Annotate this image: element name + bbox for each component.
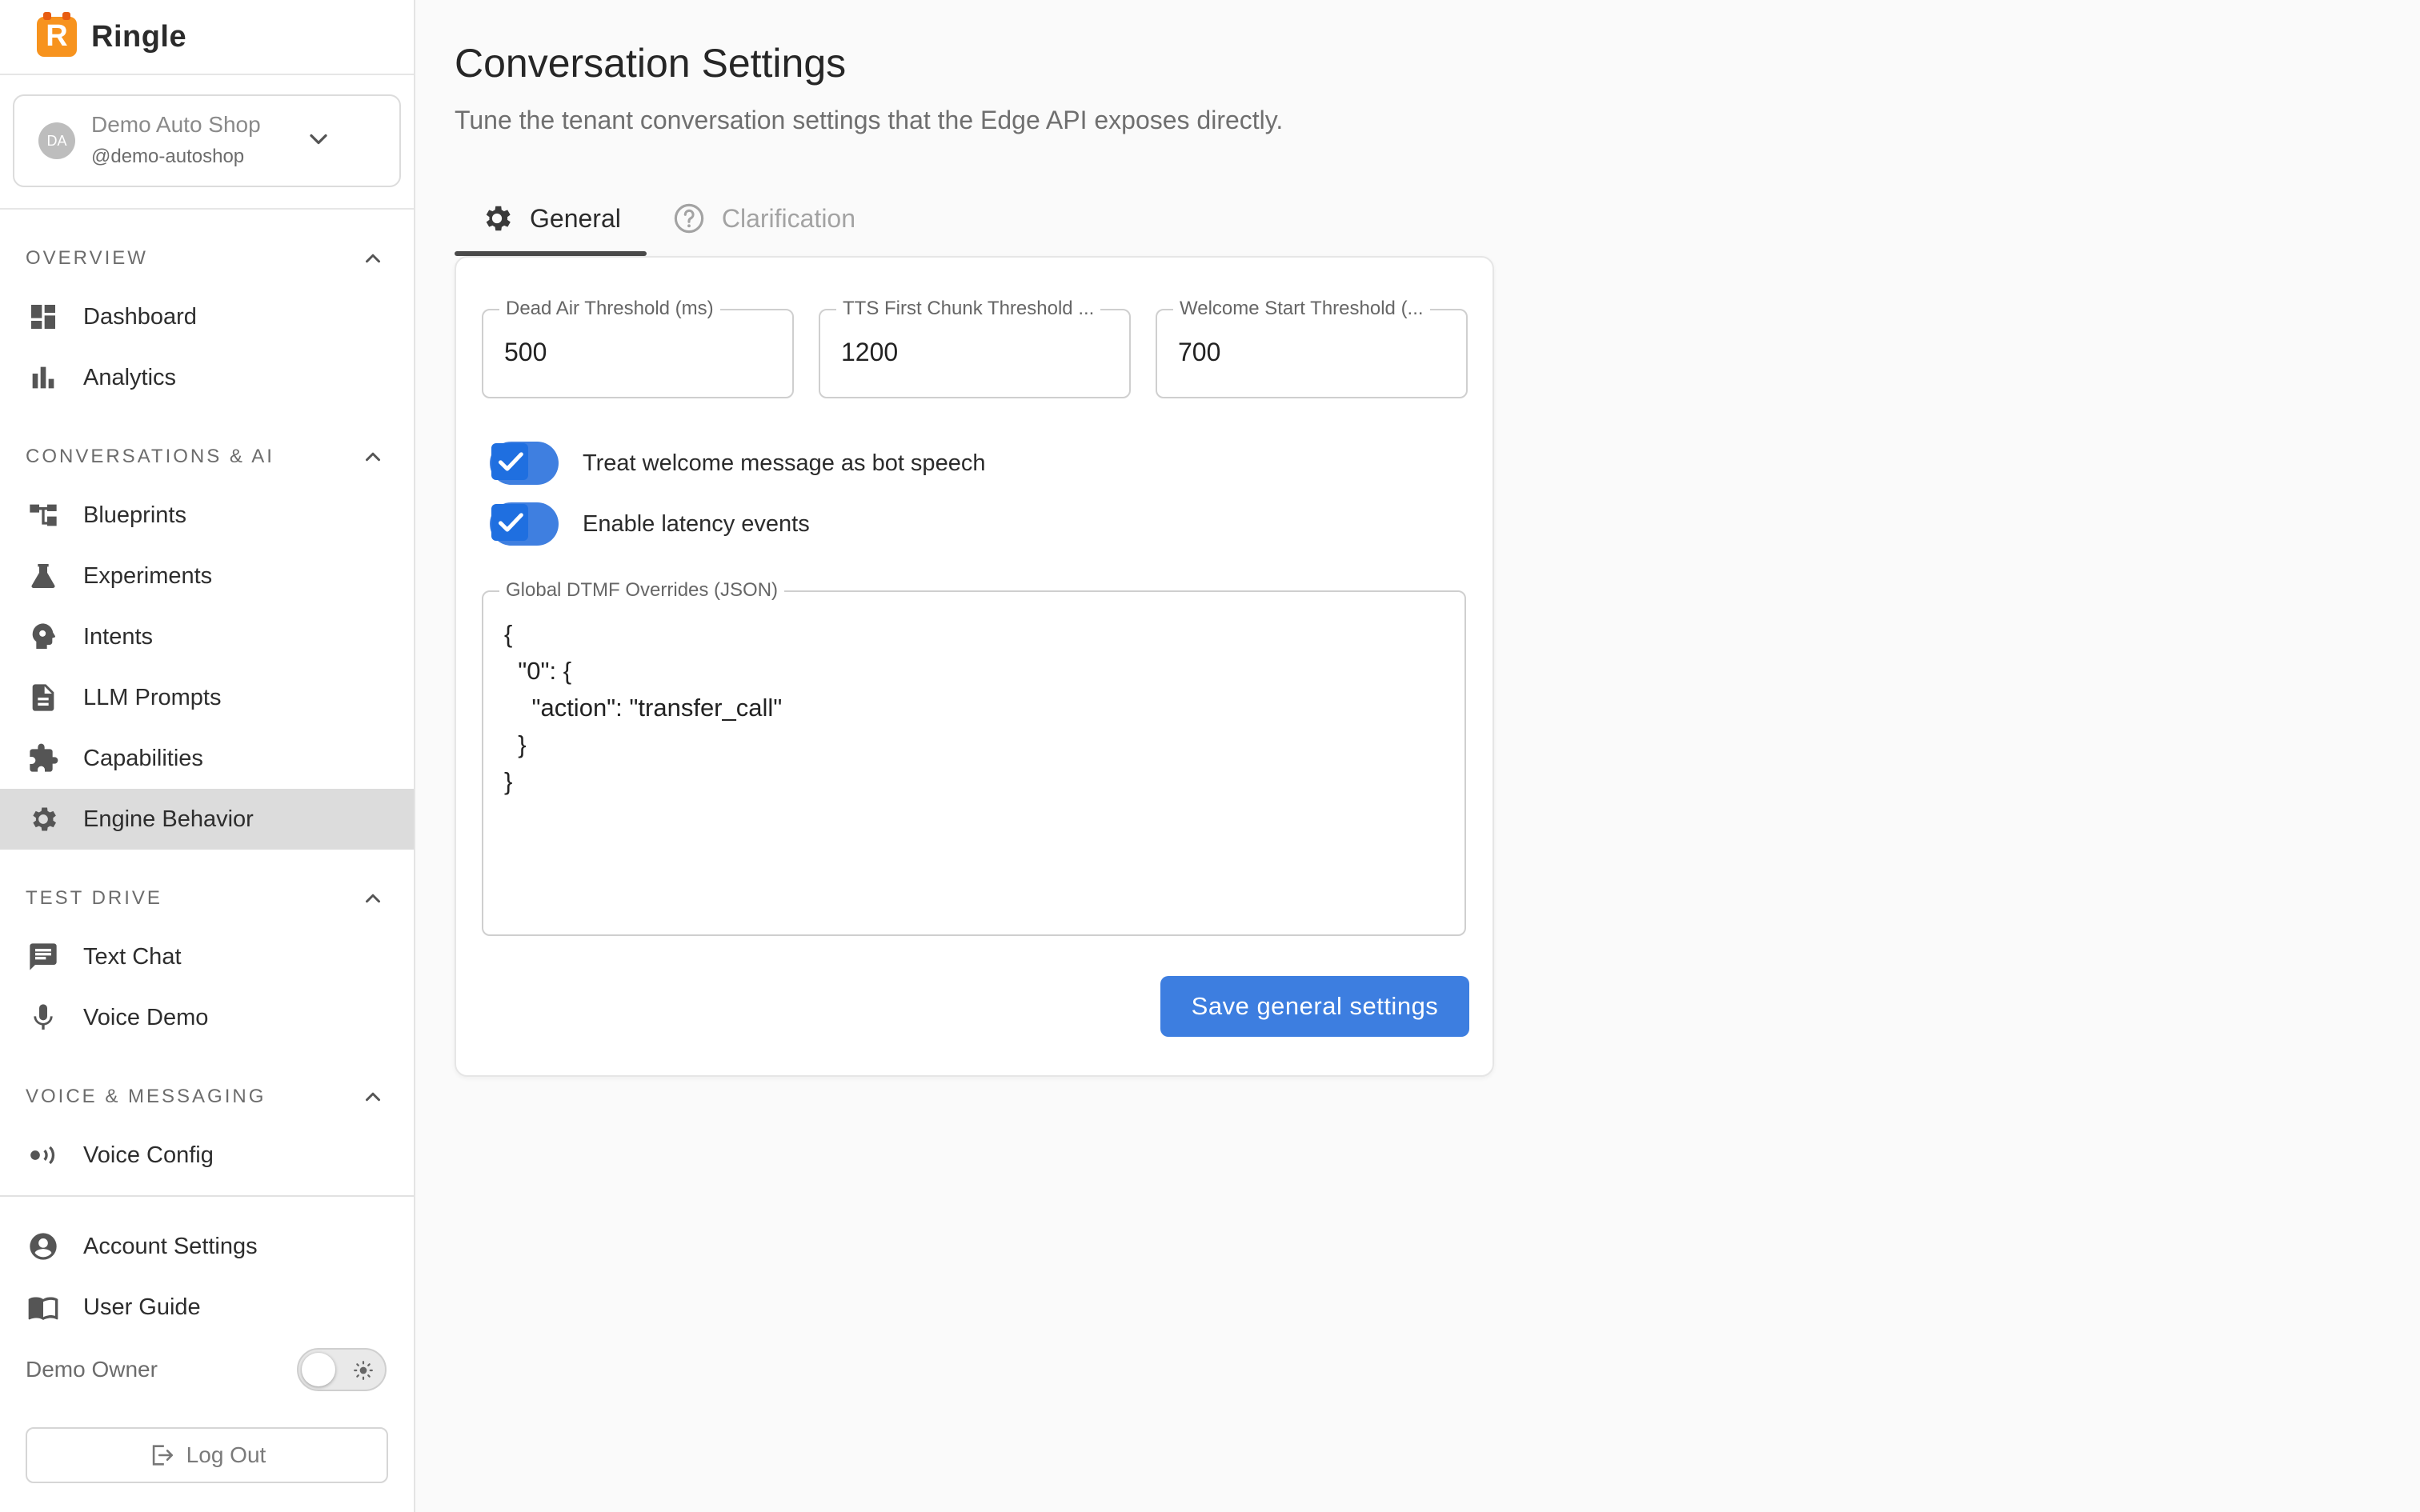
- tenant-avatar: DA: [38, 122, 75, 159]
- tts-first-chunk-threshold-input[interactable]: [841, 338, 1105, 367]
- tts-first-chunk-threshold-field: TTS First Chunk Threshold ...: [819, 298, 1131, 398]
- tab-clarification[interactable]: Clarification: [647, 181, 881, 256]
- dtmf-overrides-label: Global DTMF Overrides (JSON): [499, 579, 785, 602]
- blueprints-icon: [30, 504, 57, 526]
- tenant-switcher[interactable]: DA Demo Auto Shop @demo-autoshop: [13, 94, 401, 187]
- nav-scroll-area[interactable]: OVERVIEW Dashboard Analytics CONVERSATIO…: [0, 210, 414, 1222]
- logout-button[interactable]: Log Out: [26, 1427, 388, 1483]
- tenant-handle: @demo-autoshop: [91, 146, 245, 167]
- tab-general[interactable]: General: [455, 181, 647, 256]
- chevron-up-icon: [366, 254, 380, 263]
- checkmark-icon: [499, 513, 523, 532]
- page-subtitle: Tune the tenant conversation settings th…: [455, 106, 1284, 134]
- sidebar-item-voice-config[interactable]: Voice Config: [0, 1125, 414, 1186]
- sidebar-item-voice-demo[interactable]: Voice Demo: [0, 987, 414, 1048]
- section-header-test-drive[interactable]: TEST DRIVE: [0, 870, 414, 926]
- sidebar-item-experiments[interactable]: Experiments: [0, 546, 414, 606]
- dtmf-overrides-textarea[interactable]: { "0": { "action": "transfer_call" } }: [504, 616, 1440, 920]
- help-circle-icon: [674, 203, 704, 234]
- brand[interactable]: R Ringle: [0, 0, 414, 75]
- sun-icon: [354, 1361, 373, 1380]
- welcome-start-threshold-input[interactable]: [1178, 338, 1442, 367]
- app-root: R Ringle DA Demo Auto Shop @demo-autosho…: [0, 0, 2420, 1512]
- section-header-conversations-ai[interactable]: CONVERSATIONS & AI: [0, 429, 414, 485]
- main-content: Conversation Settings Tune the tenant co…: [415, 0, 2420, 1512]
- dtmf-overrides-field: Global DTMF Overrides (JSON) { "0": { "a…: [482, 579, 1466, 936]
- theme-toggle[interactable]: [297, 1348, 387, 1391]
- sidebar-item-account-settings[interactable]: Account Settings: [0, 1216, 414, 1277]
- sidebar-item-analytics[interactable]: Analytics: [0, 347, 414, 408]
- chat-icon: [30, 943, 57, 970]
- section-header-overview[interactable]: OVERVIEW: [0, 230, 414, 286]
- voice-config-icon: [30, 1146, 55, 1165]
- owner-row: Demo Owner: [0, 1338, 414, 1402]
- treat-welcome-checkbox[interactable]: [490, 442, 559, 485]
- sidebar-footer: Account Settings User Guide Demo Owner L…: [0, 1195, 414, 1483]
- puzzle-icon: [30, 743, 58, 772]
- sidebar-item-text-chat[interactable]: Text Chat: [0, 926, 414, 987]
- flask-icon: [31, 564, 55, 588]
- intents-icon: [32, 623, 55, 649]
- section-header-voice-messaging[interactable]: VOICE & MESSAGING: [0, 1069, 414, 1125]
- latency-events-label: Enable latency events: [583, 510, 810, 537]
- sidebar: R Ringle DA Demo Auto Shop @demo-autosho…: [0, 0, 415, 1512]
- welcome-start-threshold-field: Welcome Start Threshold (...: [1156, 298, 1468, 398]
- treat-welcome-label: Treat welcome message as bot speech: [583, 450, 986, 476]
- account-circle-icon: [30, 1233, 57, 1260]
- settings-tabs: General Clarification: [455, 181, 881, 256]
- chevron-up-icon: [366, 894, 380, 903]
- owner-name: Demo Owner: [26, 1357, 158, 1382]
- dashboard-icon: [31, 305, 55, 329]
- sidebar-item-intents[interactable]: Intents: [0, 606, 414, 667]
- sidebar-item-dashboard[interactable]: Dashboard: [0, 286, 414, 347]
- analytics-icon: [32, 366, 54, 389]
- sidebar-item-user-guide[interactable]: User Guide: [0, 1277, 414, 1338]
- book-icon: [28, 1297, 58, 1320]
- mic-icon: [34, 1004, 53, 1030]
- logout-icon: [152, 1445, 173, 1466]
- general-settings-card: Dead Air Threshold (ms) TTS First Chunk …: [455, 256, 1494, 1077]
- ringle-logo-icon: R: [37, 12, 77, 57]
- chevron-down-icon: [310, 134, 327, 145]
- treat-welcome-checkbox-row[interactable]: Treat welcome message as bot speech: [490, 442, 985, 485]
- gear-icon: [33, 807, 56, 831]
- latency-events-checkbox[interactable]: [490, 502, 559, 546]
- sidebar-item-blueprints[interactable]: Blueprints: [0, 485, 414, 546]
- sidebar-item-capabilities[interactable]: Capabilities: [0, 728, 414, 789]
- latency-events-checkbox-row[interactable]: Enable latency events: [490, 502, 810, 546]
- welcome-start-threshold-label: Welcome Start Threshold (...: [1173, 298, 1430, 320]
- dead-air-threshold-field: Dead Air Threshold (ms): [482, 298, 794, 398]
- dead-air-threshold-input[interactable]: [504, 338, 768, 367]
- sidebar-item-llm-prompts[interactable]: LLM Prompts: [0, 667, 414, 728]
- sidebar-item-engine-behavior[interactable]: Engine Behavior: [0, 789, 414, 850]
- tts-first-chunk-threshold-label: TTS First Chunk Threshold ...: [836, 298, 1101, 320]
- dead-air-threshold-label: Dead Air Threshold (ms): [499, 298, 720, 320]
- tenant-info: Demo Auto Shop @demo-autoshop: [91, 109, 261, 173]
- page-title: Conversation Settings: [455, 41, 847, 86]
- gear-icon: [486, 206, 511, 231]
- save-general-settings-button[interactable]: Save general settings: [1160, 976, 1469, 1037]
- tenant-name: Demo Auto Shop: [91, 112, 261, 137]
- brand-name: Ringle: [91, 19, 187, 54]
- chevron-up-icon: [366, 452, 380, 462]
- chevron-up-icon: [366, 1092, 380, 1102]
- toggle-knob: [302, 1353, 335, 1386]
- document-icon: [32, 684, 54, 711]
- tenant-area: DA Demo Auto Shop @demo-autoshop: [0, 75, 414, 210]
- checkmark-icon: [499, 452, 523, 471]
